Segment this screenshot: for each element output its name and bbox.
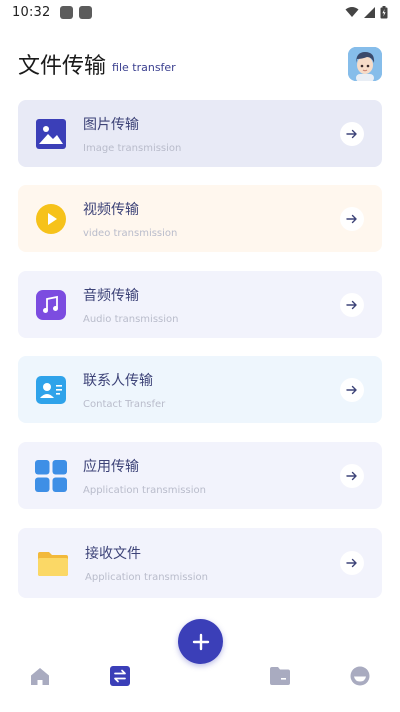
card-title: 视频传输 xyxy=(83,202,139,218)
card-subtitle: Application transmission xyxy=(85,572,208,583)
status-time: 10:32 xyxy=(12,4,51,20)
contact-card-icon xyxy=(36,376,66,404)
status-bar: 10:32 xyxy=(0,0,400,24)
card-subtitle: Audio transmission xyxy=(83,314,179,325)
folder-icon xyxy=(38,552,68,576)
card-subtitle: video transmission xyxy=(83,228,178,239)
header: 文件传输 file transfer xyxy=(18,44,382,84)
nav-home[interactable] xyxy=(29,665,51,687)
nav-transfer[interactable] xyxy=(109,665,131,687)
avatar[interactable] xyxy=(348,47,382,81)
arrow-right-icon[interactable] xyxy=(340,122,364,146)
card-title: 图片传输 xyxy=(83,117,139,133)
card-subtitle: Image transmission xyxy=(83,143,182,154)
card-audio-transfer[interactable]: 音频传输 Audio transmission xyxy=(18,271,382,338)
profile-icon xyxy=(350,666,370,686)
card-title: 接收文件 xyxy=(85,546,141,562)
notification-square-icon xyxy=(79,5,93,19)
page-subtitle: file transfer xyxy=(112,61,176,74)
files-icon xyxy=(270,667,290,685)
card-subtitle: Application transmission xyxy=(83,485,206,496)
card-subtitle: Contact Transfer xyxy=(83,399,166,410)
nav-files[interactable] xyxy=(269,665,291,687)
plus-icon xyxy=(192,633,209,650)
nav-profile[interactable] xyxy=(349,665,371,687)
card-contact-transfer[interactable]: 联系人传输 Contact Transfer xyxy=(18,356,382,423)
card-app-transfer[interactable]: 应用传输 Application transmission xyxy=(18,442,382,509)
arrow-right-icon[interactable] xyxy=(340,464,364,488)
system-home-bar xyxy=(0,704,400,712)
arrow-right-icon[interactable] xyxy=(340,378,364,402)
arrow-right-icon[interactable] xyxy=(340,207,364,231)
card-video-transfer[interactable]: 视频传输 video transmission xyxy=(18,185,382,252)
arrow-right-icon[interactable] xyxy=(340,551,364,575)
avatar-cartoon-boy-icon xyxy=(348,47,382,81)
battery-icon xyxy=(380,5,388,18)
card-title: 音频传输 xyxy=(83,288,139,304)
card-title: 应用传输 xyxy=(83,459,139,475)
page-title: 文件传输 xyxy=(18,54,107,79)
notification-square-icon xyxy=(60,5,74,19)
card-title: 联系人传输 xyxy=(83,373,153,389)
wifi-icon xyxy=(345,7,359,17)
music-note-icon xyxy=(36,290,66,320)
image-icon xyxy=(36,119,66,149)
add-button[interactable] xyxy=(178,619,223,664)
home-icon xyxy=(31,667,49,685)
card-image-transfer[interactable]: 图片传输 Image transmission xyxy=(18,100,382,167)
card-receive-files[interactable]: 接收文件 Application transmission xyxy=(18,528,382,598)
transfer-icon xyxy=(110,666,130,686)
arrow-right-icon[interactable] xyxy=(340,293,364,317)
bottom-nav xyxy=(0,660,400,692)
video-play-icon xyxy=(36,204,66,234)
apps-grid-icon xyxy=(35,460,67,492)
signal-icon xyxy=(364,6,375,18)
